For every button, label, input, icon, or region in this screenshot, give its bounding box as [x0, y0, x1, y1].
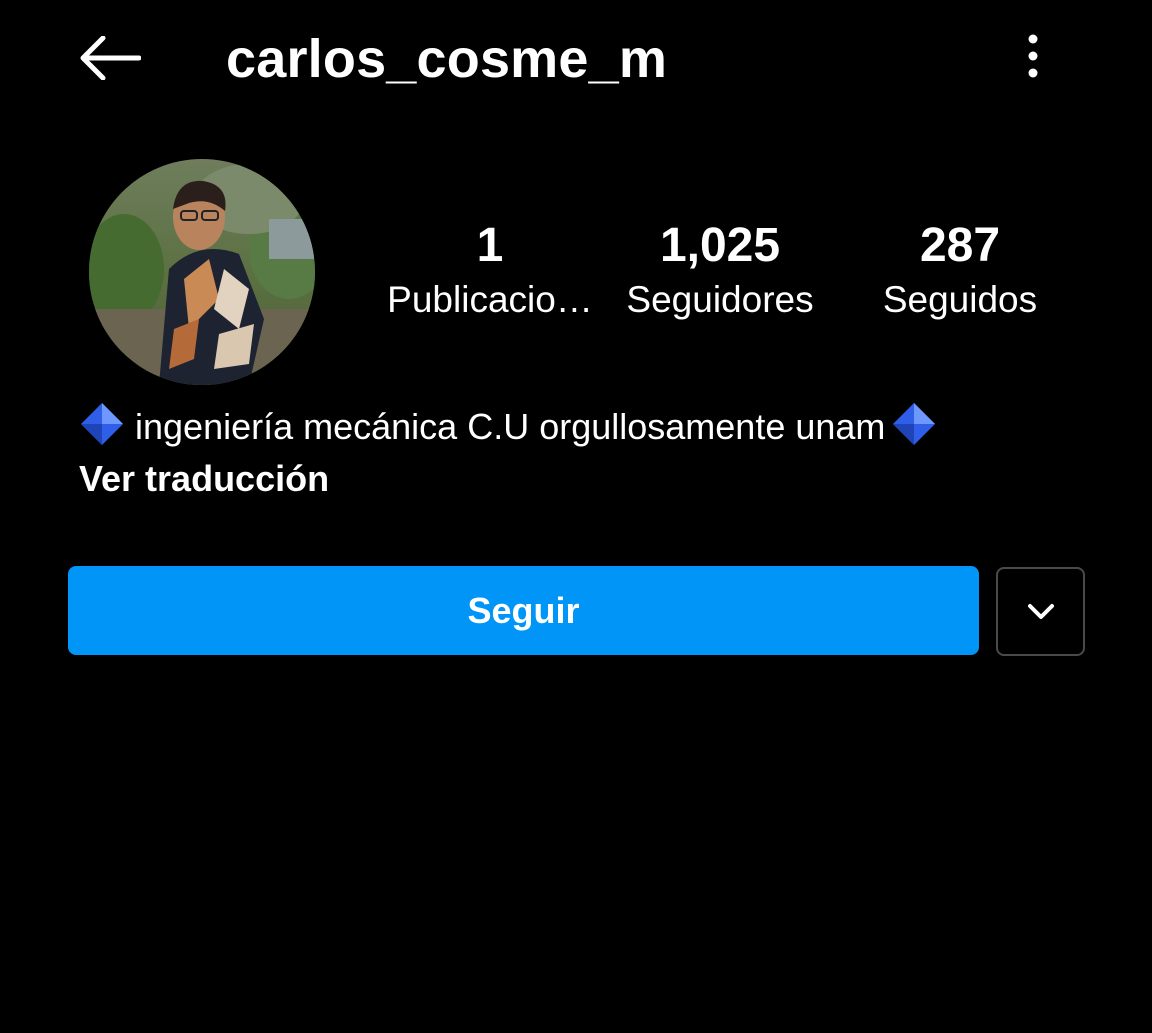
see-translation-link[interactable]: Ver traducción [79, 454, 329, 504]
followers-count: 1,025 [659, 219, 781, 272]
followers-stat[interactable]: 1,025 Seguidores [610, 215, 830, 323]
profile-username: carlos_cosme_m [226, 29, 668, 89]
blue-diamond-icon [893, 403, 936, 446]
posts-count: 1 [476, 219, 504, 272]
bio-text: ingeniería mecánica C.U orgullosamente u… [135, 406, 886, 448]
profile-avatar[interactable] [89, 159, 315, 385]
profile-bio: ingeniería mecánica C.U orgullosamente u… [79, 398, 1079, 454]
profile-stats: 1 Publicacio… 1,025 Seguidores 287 Segui… [360, 215, 1060, 345]
suggestions-dropdown-button[interactable] [996, 567, 1085, 656]
top-bar: carlos_cosme_m [0, 0, 1152, 120]
vertical-ellipsis-icon [1028, 34, 1038, 78]
following-label: Seguidos [882, 279, 1038, 320]
chevron-down-icon [1027, 603, 1054, 619]
follow-button[interactable]: Seguir [68, 566, 979, 655]
followers-label: Seguidores [626, 279, 814, 320]
arrow-left-icon [80, 36, 141, 80]
profile-photo [89, 159, 315, 385]
following-count: 287 [919, 219, 1001, 272]
following-stat[interactable]: 287 Seguidos [850, 215, 1070, 323]
more-options-button[interactable] [1003, 24, 1063, 88]
back-button[interactable] [70, 28, 150, 88]
blue-diamond-icon [81, 403, 123, 446]
posts-stat[interactable]: 1 Publicacio… [370, 215, 610, 323]
posts-label: Publicacio… [387, 279, 593, 320]
